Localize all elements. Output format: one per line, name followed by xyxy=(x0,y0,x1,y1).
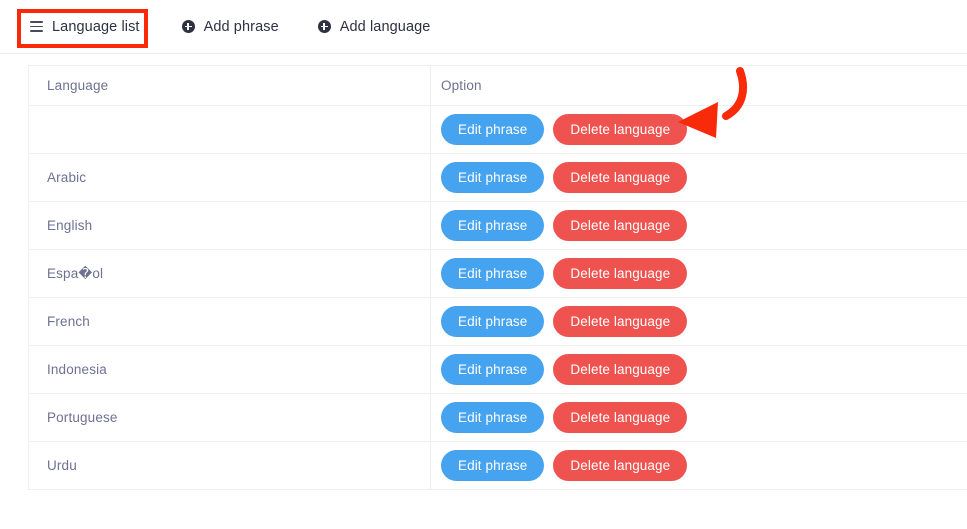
edit-phrase-button[interactable]: Edit phrase xyxy=(441,401,545,434)
tab-add-phrase[interactable]: Add phrase xyxy=(180,13,281,41)
language-cell: Espa�ol xyxy=(28,249,431,298)
edit-phrase-button[interactable]: Edit phrase xyxy=(441,305,545,338)
toolbar: Language list Add phrase Add language xyxy=(0,0,967,54)
toolbar-divider xyxy=(0,53,967,54)
language-cell: English xyxy=(28,201,431,250)
tab-language-list-label: Language list xyxy=(52,18,140,35)
tab-add-language[interactable]: Add language xyxy=(316,13,433,41)
delete-language-button[interactable]: Delete language xyxy=(553,161,688,194)
hamburger-icon xyxy=(30,21,43,32)
delete-language-button[interactable]: Delete language xyxy=(553,113,688,146)
tab-language-list[interactable]: Language list xyxy=(28,13,142,41)
column-header-option: Option xyxy=(430,65,967,106)
language-cell: Arabic xyxy=(28,153,431,202)
option-cell: Edit phrase Delete language xyxy=(430,153,967,202)
language-name xyxy=(39,122,47,137)
language-cell: Indonesia xyxy=(28,345,431,394)
table-row: Portuguese Edit phrase Delete language xyxy=(28,393,967,442)
table-row: Espa�ol Edit phrase Delete language xyxy=(28,249,967,298)
delete-language-button[interactable]: Delete language xyxy=(553,209,688,242)
edit-phrase-button[interactable]: Edit phrase xyxy=(441,353,545,386)
edit-phrase-button[interactable]: Edit phrase xyxy=(441,257,545,290)
language-name: Espa�ol xyxy=(47,265,104,281)
language-name: French xyxy=(47,314,90,329)
edit-phrase-button[interactable]: Edit phrase xyxy=(441,449,545,482)
table-head: Language Option xyxy=(28,65,967,106)
edit-phrase-button[interactable]: Edit phrase xyxy=(441,161,545,194)
language-name: Urdu xyxy=(47,458,77,473)
language-table-container: Language Option Edit phrase Delete langua… xyxy=(28,65,967,490)
language-name: Portuguese xyxy=(47,410,118,425)
table-row: French Edit phrase Delete language xyxy=(28,297,967,346)
table-header-row: Language Option xyxy=(28,65,967,106)
language-cell: Portuguese xyxy=(28,393,431,442)
language-cell: French xyxy=(28,297,431,346)
delete-language-button[interactable]: Delete language xyxy=(553,401,688,434)
language-cell: Urdu xyxy=(28,441,431,490)
delete-language-button[interactable]: Delete language xyxy=(553,257,688,290)
table-row: Indonesia Edit phrase Delete language xyxy=(28,345,967,394)
column-header-option-label: Option xyxy=(441,78,482,93)
option-cell: Edit phrase Delete language xyxy=(430,249,967,298)
delete-language-button[interactable]: Delete language xyxy=(553,353,688,386)
language-name: English xyxy=(47,218,93,233)
table-row: Edit phrase Delete language xyxy=(28,105,967,154)
option-cell: Edit phrase Delete language xyxy=(430,105,967,154)
column-header-language: Language xyxy=(28,65,431,106)
edit-phrase-button[interactable]: Edit phrase xyxy=(441,209,545,242)
delete-language-button[interactable]: Delete language xyxy=(553,305,688,338)
tab-add-language-label: Add language xyxy=(339,18,431,35)
language-name: Arabic xyxy=(47,170,87,185)
table-body: Edit phrase Delete language Arabic Edit phr… xyxy=(28,105,967,490)
option-cell: Edit phrase Delete language xyxy=(430,393,967,442)
option-cell: Edit phrase Delete language xyxy=(430,297,967,346)
option-cell: Edit phrase Delete language xyxy=(430,201,967,250)
page-root: Language list Add phrase Add language La… xyxy=(0,0,967,529)
language-cell xyxy=(28,105,431,154)
delete-language-button[interactable]: Delete language xyxy=(553,449,688,482)
plus-circle-icon xyxy=(317,20,331,33)
column-header-language-label: Language xyxy=(47,78,109,93)
table-row: Urdu Edit phrase Delete language xyxy=(28,441,967,490)
table-row: English Edit phrase Delete language xyxy=(28,201,967,250)
plus-circle-icon xyxy=(181,20,195,33)
option-cell: Edit phrase Delete language xyxy=(430,345,967,394)
language-table: Language Option Edit phrase Delete langua… xyxy=(28,65,967,490)
option-cell: Edit phrase Delete language xyxy=(430,441,967,490)
tab-add-phrase-label: Add phrase xyxy=(203,18,279,35)
edit-phrase-button[interactable]: Edit phrase xyxy=(441,113,545,146)
language-name: Indonesia xyxy=(47,362,107,377)
table-row: Arabic Edit phrase Delete language xyxy=(28,153,967,202)
